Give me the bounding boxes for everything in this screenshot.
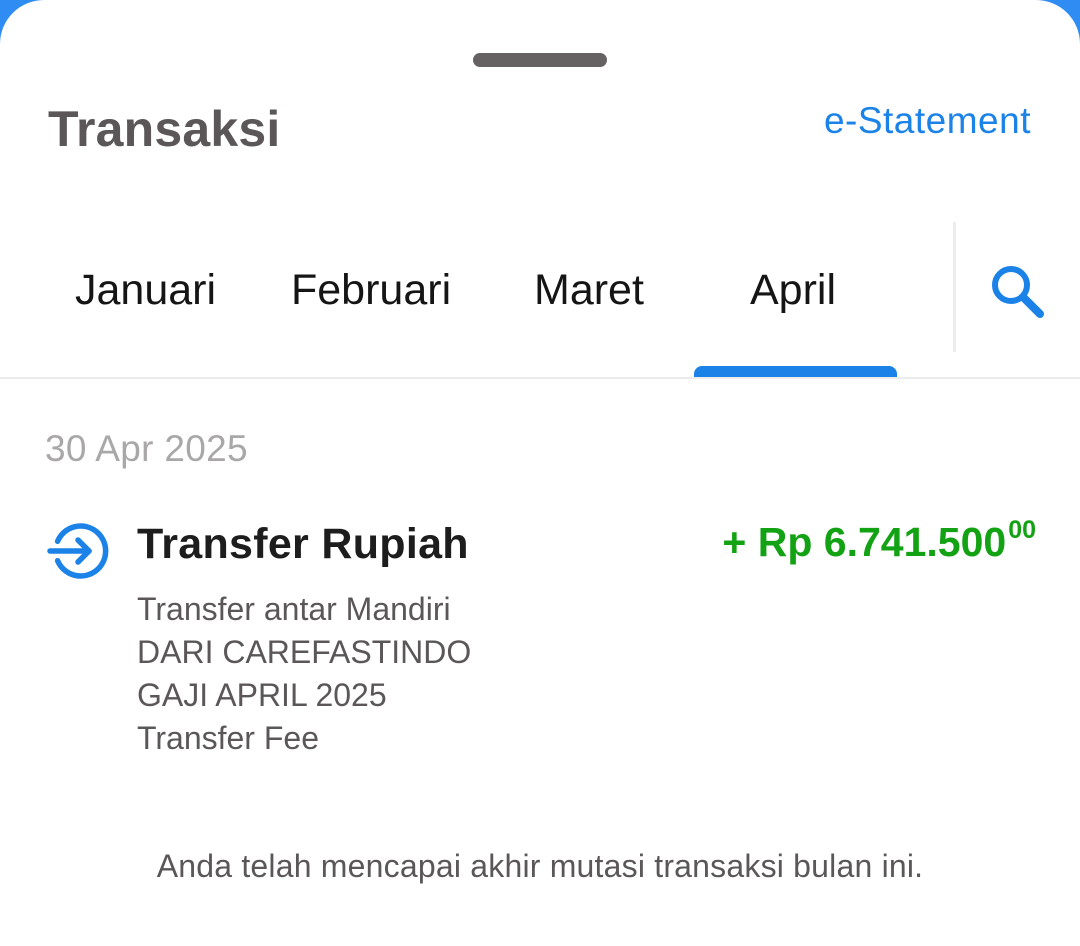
transaction-amount: + Rp 6.741.50000 xyxy=(722,516,1036,566)
transaction-detail-line: Transfer antar Mandiri xyxy=(137,591,451,627)
tabs-vertical-divider xyxy=(953,222,956,352)
tab-februari[interactable]: Februari xyxy=(291,266,451,315)
tab-januari[interactable]: Januari xyxy=(75,266,216,315)
transactions-sheet: Transaksi e-Statement r Januari Februari… xyxy=(0,0,1080,946)
transaction-detail-line: DARI CAREFASTINDO xyxy=(137,634,472,670)
page-title: Transaksi xyxy=(48,101,281,157)
transaction-details: Transfer antar Mandiri DARI CAREFASTINDO… xyxy=(137,588,471,760)
transfer-in-icon xyxy=(47,520,109,582)
e-statement-link[interactable]: e-Statement xyxy=(824,100,1031,142)
search-button[interactable] xyxy=(984,258,1048,322)
month-tabs: r Januari Februari Maret April xyxy=(0,222,953,378)
tabs-divider xyxy=(0,377,1080,379)
tab-maret[interactable]: Maret xyxy=(534,266,644,315)
transaction-detail-line: Transfer Fee xyxy=(137,720,319,756)
tab-april[interactable]: April xyxy=(750,266,836,315)
search-icon xyxy=(992,266,1044,318)
transaction-date-label: 30 Apr 2025 xyxy=(45,428,248,469)
transaction-title[interactable]: Transfer Rupiah xyxy=(137,520,469,569)
transaction-amount-main: + Rp 6.741.500 xyxy=(722,519,1007,565)
end-of-list-message: Anda telah mencapai akhir mutasi transak… xyxy=(156,848,924,884)
transaction-amount-cents: 00 xyxy=(1008,516,1036,544)
transaction-detail-line: GAJI APRIL 2025 xyxy=(137,677,387,713)
drag-handle[interactable] xyxy=(473,53,607,67)
